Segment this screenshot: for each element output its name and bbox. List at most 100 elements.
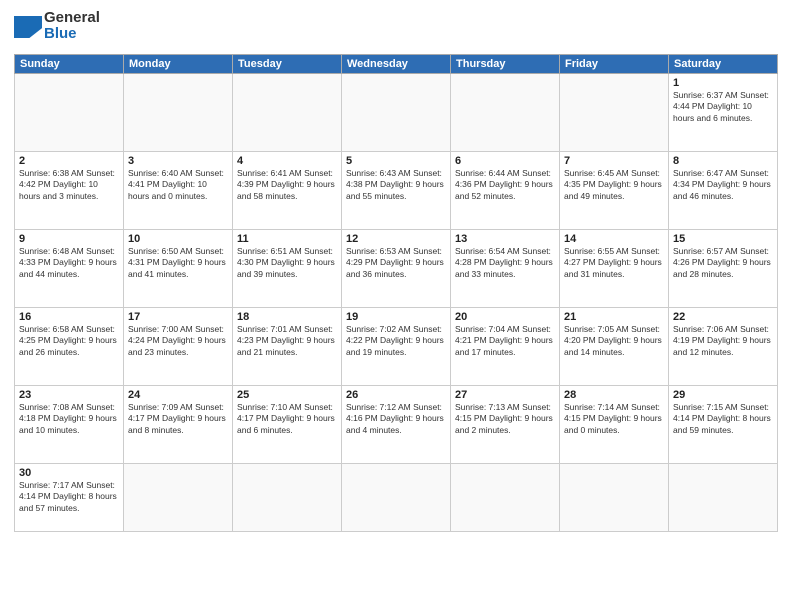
day-info: Sunrise: 6:43 AM Sunset: 4:38 PM Dayligh… [346,168,446,202]
calendar-cell: 23Sunrise: 7:08 AM Sunset: 4:18 PM Dayli… [15,386,124,464]
day-number: 4 [237,155,337,167]
day-info: Sunrise: 6:58 AM Sunset: 4:25 PM Dayligh… [19,324,119,358]
day-number: 24 [128,389,228,401]
calendar-cell [124,74,233,152]
calendar-cell [451,464,560,532]
calendar-cell: 17Sunrise: 7:00 AM Sunset: 4:24 PM Dayli… [124,308,233,386]
calendar-cell [342,74,451,152]
day-info: Sunrise: 6:45 AM Sunset: 4:35 PM Dayligh… [564,168,664,202]
calendar-cell: 24Sunrise: 7:09 AM Sunset: 4:17 PM Dayli… [124,386,233,464]
day-info: Sunrise: 7:04 AM Sunset: 4:21 PM Dayligh… [455,324,555,358]
day-number: 9 [19,233,119,245]
calendar-cell: 9Sunrise: 6:48 AM Sunset: 4:33 PM Daylig… [15,230,124,308]
day-number: 28 [564,389,664,401]
calendar-cell [560,74,669,152]
calendar-cell: 7Sunrise: 6:45 AM Sunset: 4:35 PM Daylig… [560,152,669,230]
day-info: Sunrise: 7:10 AM Sunset: 4:17 PM Dayligh… [237,402,337,436]
day-info: Sunrise: 7:01 AM Sunset: 4:23 PM Dayligh… [237,324,337,358]
day-number: 22 [673,311,773,323]
day-info: Sunrise: 6:48 AM Sunset: 4:33 PM Dayligh… [19,246,119,280]
day-info: Sunrise: 7:06 AM Sunset: 4:19 PM Dayligh… [673,324,773,358]
calendar-cell [451,74,560,152]
day-info: Sunrise: 6:41 AM Sunset: 4:39 PM Dayligh… [237,168,337,202]
calendar-cell [233,74,342,152]
day-info: Sunrise: 7:13 AM Sunset: 4:15 PM Dayligh… [455,402,555,436]
calendar-cell: 27Sunrise: 7:13 AM Sunset: 4:15 PM Dayli… [451,386,560,464]
day-info: Sunrise: 6:40 AM Sunset: 4:41 PM Dayligh… [128,168,228,202]
calendar-cell: 4Sunrise: 6:41 AM Sunset: 4:39 PM Daylig… [233,152,342,230]
day-info: Sunrise: 7:12 AM Sunset: 4:16 PM Dayligh… [346,402,446,436]
calendar-cell [669,464,778,532]
calendar-cell: 29Sunrise: 7:15 AM Sunset: 4:14 PM Dayli… [669,386,778,464]
day-number: 11 [237,233,337,245]
day-info: Sunrise: 7:14 AM Sunset: 4:15 PM Dayligh… [564,402,664,436]
calendar-cell [124,464,233,532]
calendar-cell: 10Sunrise: 6:50 AM Sunset: 4:31 PM Dayli… [124,230,233,308]
calendar-cell: 6Sunrise: 6:44 AM Sunset: 4:36 PM Daylig… [451,152,560,230]
calendar-cell: 15Sunrise: 6:57 AM Sunset: 4:26 PM Dayli… [669,230,778,308]
calendar-cell: 11Sunrise: 6:51 AM Sunset: 4:30 PM Dayli… [233,230,342,308]
calendar-cell: 26Sunrise: 7:12 AM Sunset: 4:16 PM Dayli… [342,386,451,464]
logo: General Blue [14,10,66,48]
weekday-header-wednesday: Wednesday [342,55,451,74]
calendar-cell: 8Sunrise: 6:47 AM Sunset: 4:34 PM Daylig… [669,152,778,230]
day-number: 12 [346,233,446,245]
day-info: Sunrise: 7:08 AM Sunset: 4:18 PM Dayligh… [19,402,119,436]
day-number: 20 [455,311,555,323]
calendar-cell: 20Sunrise: 7:04 AM Sunset: 4:21 PM Dayli… [451,308,560,386]
day-info: Sunrise: 6:55 AM Sunset: 4:27 PM Dayligh… [564,246,664,280]
day-number: 23 [19,389,119,401]
calendar-cell: 1Sunrise: 6:37 AM Sunset: 4:44 PM Daylig… [669,74,778,152]
day-info: Sunrise: 6:53 AM Sunset: 4:29 PM Dayligh… [346,246,446,280]
day-info: Sunrise: 7:17 AM Sunset: 4:14 PM Dayligh… [19,480,119,514]
day-number: 15 [673,233,773,245]
calendar-cell: 28Sunrise: 7:14 AM Sunset: 4:15 PM Dayli… [560,386,669,464]
calendar-cell [342,464,451,532]
weekday-header-sunday: Sunday [15,55,124,74]
day-info: Sunrise: 7:02 AM Sunset: 4:22 PM Dayligh… [346,324,446,358]
calendar-cell: 22Sunrise: 7:06 AM Sunset: 4:19 PM Dayli… [669,308,778,386]
day-info: Sunrise: 7:05 AM Sunset: 4:20 PM Dayligh… [564,324,664,358]
day-number: 27 [455,389,555,401]
day-info: Sunrise: 6:51 AM Sunset: 4:30 PM Dayligh… [237,246,337,280]
calendar-table: SundayMondayTuesdayWednesdayThursdayFrid… [14,54,778,532]
day-info: Sunrise: 7:09 AM Sunset: 4:17 PM Dayligh… [128,402,228,436]
calendar-cell [560,464,669,532]
day-number: 8 [673,155,773,167]
day-info: Sunrise: 6:47 AM Sunset: 4:34 PM Dayligh… [673,168,773,202]
calendar-cell: 14Sunrise: 6:55 AM Sunset: 4:27 PM Dayli… [560,230,669,308]
day-number: 6 [455,155,555,167]
calendar-cell: 3Sunrise: 6:40 AM Sunset: 4:41 PM Daylig… [124,152,233,230]
page-header: General Blue [14,10,778,48]
day-info: Sunrise: 6:50 AM Sunset: 4:31 PM Dayligh… [128,246,228,280]
day-info: Sunrise: 6:44 AM Sunset: 4:36 PM Dayligh… [455,168,555,202]
calendar-cell [233,464,342,532]
calendar-cell: 13Sunrise: 6:54 AM Sunset: 4:28 PM Dayli… [451,230,560,308]
day-number: 17 [128,311,228,323]
weekday-header-saturday: Saturday [669,55,778,74]
day-number: 2 [19,155,119,167]
day-number: 10 [128,233,228,245]
day-info: Sunrise: 6:38 AM Sunset: 4:42 PM Dayligh… [19,168,119,202]
day-info: Sunrise: 6:37 AM Sunset: 4:44 PM Dayligh… [673,90,773,124]
calendar-cell [15,74,124,152]
day-number: 7 [564,155,664,167]
day-number: 16 [19,311,119,323]
weekday-header-monday: Monday [124,55,233,74]
day-number: 21 [564,311,664,323]
calendar-cell: 5Sunrise: 6:43 AM Sunset: 4:38 PM Daylig… [342,152,451,230]
day-number: 3 [128,155,228,167]
calendar-cell: 19Sunrise: 7:02 AM Sunset: 4:22 PM Dayli… [342,308,451,386]
day-number: 18 [237,311,337,323]
calendar-cell: 18Sunrise: 7:01 AM Sunset: 4:23 PM Dayli… [233,308,342,386]
day-info: Sunrise: 7:15 AM Sunset: 4:14 PM Dayligh… [673,402,773,436]
day-info: Sunrise: 6:57 AM Sunset: 4:26 PM Dayligh… [673,246,773,280]
day-number: 30 [19,467,119,479]
calendar-cell: 30Sunrise: 7:17 AM Sunset: 4:14 PM Dayli… [15,464,124,532]
day-info: Sunrise: 7:00 AM Sunset: 4:24 PM Dayligh… [128,324,228,358]
calendar-cell: 21Sunrise: 7:05 AM Sunset: 4:20 PM Dayli… [560,308,669,386]
day-number: 14 [564,233,664,245]
weekday-header-thursday: Thursday [451,55,560,74]
day-number: 29 [673,389,773,401]
weekday-header-friday: Friday [560,55,669,74]
